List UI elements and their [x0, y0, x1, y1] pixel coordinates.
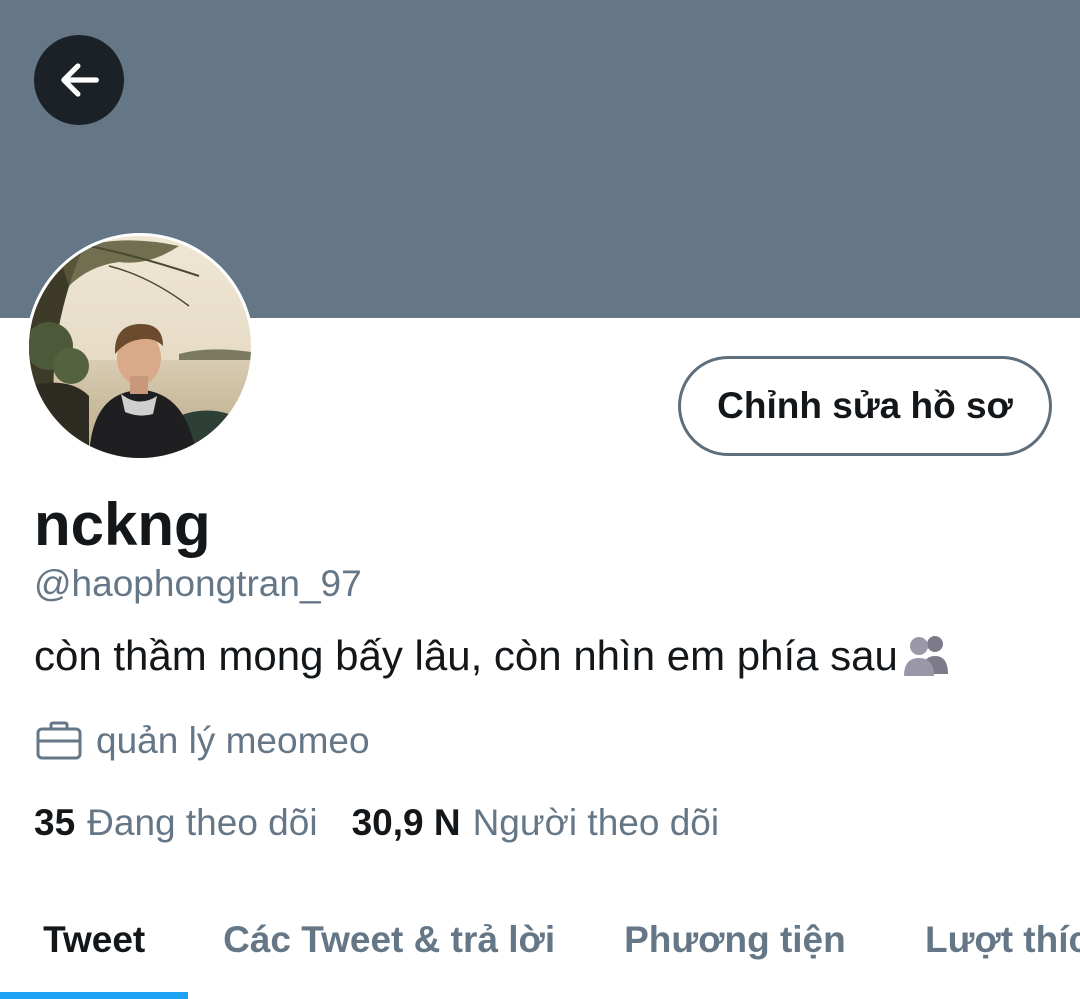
tab-tweets[interactable]: Tweet — [0, 880, 189, 999]
briefcase-icon — [36, 721, 82, 761]
profile-job: quản lý meomeo — [36, 718, 370, 764]
following-label: Đang theo dõi — [87, 802, 318, 843]
following-count: 35 — [34, 802, 76, 843]
bio-text: còn thầm mong bấy lâu, còn nhìn em phía … — [34, 632, 898, 679]
followers-label: Người theo dõi — [472, 802, 720, 843]
profile-bio: còn thầm mong bấy lâu, còn nhìn em phía … — [34, 630, 954, 682]
arrow-left-icon — [61, 63, 99, 97]
tab-media[interactable]: Phương tiện — [590, 880, 880, 999]
edit-profile-button[interactable]: Chỉnh sửa hồ sơ — [678, 356, 1052, 456]
tab-label: Phương tiện — [624, 918, 846, 960]
followers-count: 30,9 N — [351, 802, 461, 843]
following-link[interactable]: 35 Đang theo dõi — [34, 800, 318, 846]
back-button[interactable] — [34, 35, 124, 125]
avatar[interactable] — [26, 233, 254, 461]
tab-label: Lượt thích — [925, 918, 1080, 960]
busts-in-silhouette-emoji — [900, 632, 954, 676]
tab-likes[interactable]: Lượt thích — [880, 880, 1080, 999]
job-text: quản lý meomeo — [96, 720, 370, 761]
active-tab-indicator — [0, 992, 189, 999]
profile-photo — [29, 236, 251, 458]
tab-label: Các Tweet & trả lời — [223, 918, 556, 960]
follow-stats: 35 Đang theo dõi 30,9 N Người theo dõi — [34, 800, 719, 846]
profile-page: Chỉnh sửa hồ sơ nckng @haophongtran_97 c… — [0, 0, 1080, 999]
tab-label: Tweet — [43, 918, 146, 960]
display-name: nckng — [34, 491, 211, 558]
tab-tweets-replies[interactable]: Các Tweet & trả lời — [188, 880, 589, 999]
user-handle: @haophongtran_97 — [34, 563, 362, 604]
profile-tabs: Tweet Các Tweet & trả lời Phương tiện Lư… — [0, 880, 1080, 999]
followers-link[interactable]: 30,9 N Người theo dõi — [352, 800, 720, 846]
